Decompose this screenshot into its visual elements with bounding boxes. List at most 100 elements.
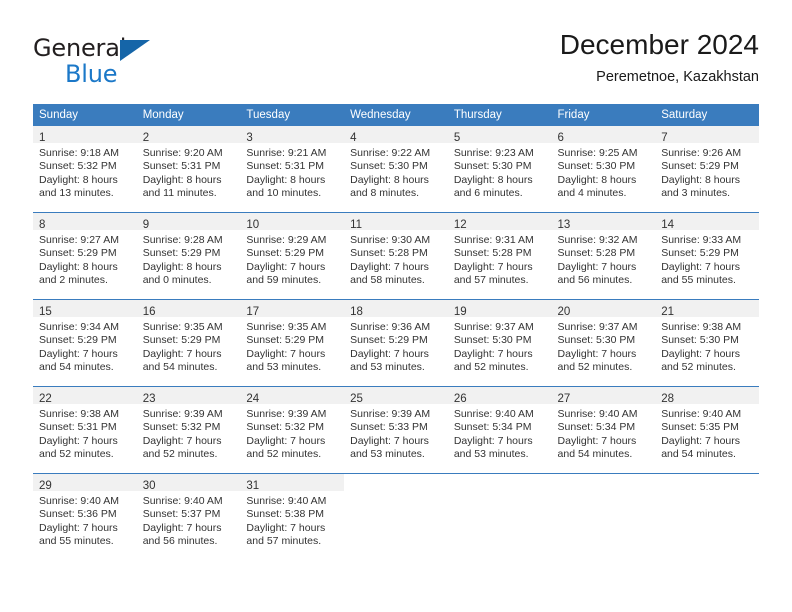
sunrise-text: Sunrise: 9:40 AM — [661, 408, 742, 420]
daylight-text-line1: Daylight: 7 hours — [246, 347, 326, 360]
sunset-text: Sunset: 5:38 PM — [246, 508, 325, 521]
daylight-text-line1: Daylight: 7 hours — [142, 434, 222, 447]
daylight-text-line2: and 13 minutes. — [39, 187, 114, 200]
day-detail-lines: Sunrise: 9:40 AM Sunset: 5:37 PM Daylight:… — [137, 491, 241, 549]
calendar-day-cell[interactable]: 28 Sunrise: 9:40 AM Sunset: 5:35 PM Dayligh… — [655, 386, 759, 474]
day-detail-lines: Sunrise: 9:21 AM Sunset: 5:31 PM Daylight:… — [240, 143, 344, 201]
calendar-day-cell[interactable]: 5 Sunrise: 9:23 AM Sunset: 5:30 PM Daylight… — [447, 126, 552, 213]
day-cell-inner — [448, 474, 552, 560]
day-number-band: 13 — [551, 213, 656, 231]
sunset-text: Sunset: 5:33 PM — [350, 421, 428, 434]
calendar-day-cell[interactable]: 8 Sunrise: 9:27 AM Sunset: 5:29 PM Daylight… — [33, 212, 137, 300]
day-detail-lines: Sunrise: 9:25 AM Sunset: 5:30 PM Daylight:… — [552, 143, 656, 201]
day-number-band: 23 — [136, 387, 241, 405]
day-detail-lines: Sunrise: 9:40 AM Sunset: 5:35 PM Daylight:… — [655, 404, 759, 462]
day-number-band: 21 — [655, 300, 759, 318]
sunset-text: Sunset: 5:35 PM — [661, 421, 739, 434]
day-detail-lines: Sunrise: 9:36 AM Sunset: 5:29 PM Daylight:… — [344, 317, 448, 375]
sunset-text: Sunset: 5:29 PM — [246, 334, 325, 347]
calendar-day-cell[interactable]: 31 Sunrise: 9:40 AM Sunset: 5:38 PM Dayligh… — [240, 473, 345, 560]
calendar-day-cell[interactable]: 26 Sunrise: 9:40 AM Sunset: 5:34 PM Dayligh… — [447, 386, 552, 474]
day-cell-inner: 16 Sunrise: 9:35 AM Sunset: 5:29 PM Dayligh… — [136, 300, 241, 386]
day-number-band: 14 — [655, 213, 759, 231]
calendar-day-cell[interactable]: 15 Sunrise: 9:34 AM Sunset: 5:29 PM Dayligh… — [33, 299, 137, 387]
calendar-day-cell[interactable]: 17 Sunrise: 9:35 AM Sunset: 5:29 PM Dayligh… — [240, 299, 345, 387]
day-detail-lines: Sunrise: 9:23 AM Sunset: 5:30 PM Daylight:… — [448, 143, 552, 201]
general-blue-logo[interactable]: General Blue — [33, 34, 173, 90]
weekday-header-monday: Monday — [136, 104, 241, 126]
sunrise-text: Sunrise: 9:22 AM — [350, 147, 431, 159]
calendar-day-cell[interactable]: 16 Sunrise: 9:35 AM Sunset: 5:29 PM Dayligh… — [136, 299, 241, 387]
calendar-day-cell[interactable]: 24 Sunrise: 9:39 AM Sunset: 5:32 PM Dayligh… — [240, 386, 345, 474]
day-detail-lines — [552, 491, 656, 495]
calendar-day-cell[interactable]: 10 Sunrise: 9:29 AM Sunset: 5:29 PM Dayligh… — [240, 212, 345, 300]
day-number: 6 — [557, 132, 564, 144]
sunrise-text: Sunrise: 9:40 AM — [39, 495, 119, 507]
calendar-day-cell[interactable]: 6 Sunrise: 9:25 AM Sunset: 5:30 PM Daylight… — [551, 126, 656, 213]
day-number-band: 16 — [136, 300, 241, 318]
daylight-text-line1: Daylight: 7 hours — [246, 521, 326, 534]
day-detail-lines: Sunrise: 9:40 AM Sunset: 5:38 PM Daylight:… — [240, 491, 344, 549]
day-number: 15 — [39, 306, 52, 318]
calendar-day-cell[interactable]: 29 Sunrise: 9:40 AM Sunset: 5:36 PM Dayligh… — [33, 473, 137, 560]
daylight-text-line1: Daylight: 8 hours — [39, 260, 118, 273]
daylight-text-line2: and 53 minutes. — [350, 448, 425, 461]
day-number: 23 — [142, 393, 156, 405]
calendar-day-cell[interactable]: 14 Sunrise: 9:33 AM Sunset: 5:29 PM Dayligh… — [655, 212, 759, 300]
daylight-text-line1: Daylight: 7 hours — [557, 434, 637, 447]
calendar-day-cell[interactable]: 13 Sunrise: 9:32 AM Sunset: 5:28 PM Dayligh… — [551, 212, 656, 300]
calendar-day-cell[interactable]: 7 Sunrise: 9:26 AM Sunset: 5:29 PM Daylight… — [655, 126, 759, 213]
calendar-day-cell[interactable]: 25 Sunrise: 9:39 AM Sunset: 5:33 PM Dayligh… — [344, 386, 448, 474]
calendar-day-cell[interactable]: 3 Sunrise: 9:21 AM Sunset: 5:31 PM Daylight… — [240, 126, 345, 213]
sunrise-text: Sunrise: 9:33 AM — [661, 234, 742, 246]
day-number: 9 — [142, 219, 150, 231]
day-number: 13 — [557, 219, 571, 231]
daylight-text-line1: Daylight: 7 hours — [39, 521, 118, 534]
day-detail-lines: Sunrise: 9:39 AM Sunset: 5:33 PM Daylight:… — [344, 404, 448, 462]
daylight-text-line2: and 55 minutes. — [39, 535, 114, 548]
day-cell-inner: 24 Sunrise: 9:39 AM Sunset: 5:32 PM Dayligh… — [240, 387, 345, 473]
calendar-day-cell[interactable]: 30 Sunrise: 9:40 AM Sunset: 5:37 PM Dayligh… — [136, 473, 241, 560]
calendar-day-cell[interactable]: 1 Sunrise: 9:18 AM Sunset: 5:32 PM Daylight… — [33, 126, 137, 213]
daylight-text-line1: Daylight: 7 hours — [453, 347, 533, 360]
daylight-text-line2: and 57 minutes. — [246, 535, 322, 548]
logo-word-general: General — [33, 34, 127, 62]
calendar-day-cell[interactable]: 4 Sunrise: 9:22 AM Sunset: 5:30 PM Daylight… — [344, 126, 448, 213]
day-number-band — [344, 474, 448, 491]
calendar-day-cell[interactable]: 23 Sunrise: 9:39 AM Sunset: 5:32 PM Dayligh… — [136, 386, 241, 474]
sunset-text: Sunset: 5:30 PM — [557, 160, 636, 173]
day-cell-inner: 13 Sunrise: 9:32 AM Sunset: 5:28 PM Dayligh… — [551, 213, 656, 299]
sunrise-text: Sunrise: 9:38 AM — [39, 408, 119, 420]
calendar-day-cell[interactable]: 20 Sunrise: 9:37 AM Sunset: 5:30 PM Dayligh… — [551, 299, 656, 387]
day-number-band: 4 — [344, 126, 448, 144]
calendar-day-cell-empty — [344, 473, 448, 560]
day-cell-inner: 25 Sunrise: 9:39 AM Sunset: 5:33 PM Dayligh… — [344, 387, 448, 473]
day-detail-lines: Sunrise: 9:18 AM Sunset: 5:32 PM Daylight:… — [33, 143, 137, 201]
calendar-day-cell[interactable]: 18 Sunrise: 9:36 AM Sunset: 5:29 PM Dayligh… — [344, 299, 448, 387]
daylight-text-line2: and 52 minutes. — [39, 448, 114, 461]
day-detail-lines: Sunrise: 9:34 AM Sunset: 5:29 PM Daylight:… — [33, 317, 137, 375]
sunrise-text: Sunrise: 9:37 AM — [453, 321, 534, 333]
sunset-text: Sunset: 5:29 PM — [661, 247, 739, 260]
sunrise-text: Sunrise: 9:38 AM — [661, 321, 742, 333]
calendar-day-cell[interactable]: 21 Sunrise: 9:38 AM Sunset: 5:30 PM Dayligh… — [655, 299, 759, 387]
day-number-band: 3 — [240, 126, 345, 144]
calendar-day-cell[interactable]: 27 Sunrise: 9:40 AM Sunset: 5:34 PM Dayligh… — [551, 386, 656, 474]
calendar-header-row: Sunday Monday Tuesday Wednesday Thursday… — [33, 104, 759, 126]
calendar-day-cell[interactable]: 19 Sunrise: 9:37 AM Sunset: 5:30 PM Dayligh… — [447, 299, 552, 387]
day-number: 8 — [39, 219, 46, 231]
day-number-band — [552, 474, 656, 491]
sunrise-text: Sunrise: 9:29 AM — [246, 234, 327, 246]
weekday-header-friday: Friday — [551, 104, 656, 126]
sunset-text: Sunset: 5:29 PM — [661, 160, 739, 173]
daylight-text-line1: Daylight: 7 hours — [39, 347, 118, 360]
sunset-text: Sunset: 5:29 PM — [39, 247, 117, 260]
calendar-day-cell[interactable]: 9 Sunrise: 9:28 AM Sunset: 5:29 PM Daylight… — [136, 212, 241, 300]
calendar-day-cell[interactable]: 12 Sunrise: 9:31 AM Sunset: 5:28 PM Dayligh… — [447, 212, 552, 300]
daylight-text-line1: Daylight: 7 hours — [350, 347, 429, 360]
calendar-day-cell[interactable]: 2 Sunrise: 9:20 AM Sunset: 5:31 PM Daylight… — [136, 126, 241, 213]
calendar-day-cell[interactable]: 22 Sunrise: 9:38 AM Sunset: 5:31 PM Dayligh… — [33, 386, 137, 474]
daylight-text-line2: and 58 minutes. — [350, 274, 425, 287]
daylight-text-line1: Daylight: 8 hours — [142, 173, 222, 186]
calendar-day-cell[interactable]: 11 Sunrise: 9:30 AM Sunset: 5:28 PM Dayligh… — [344, 212, 448, 300]
